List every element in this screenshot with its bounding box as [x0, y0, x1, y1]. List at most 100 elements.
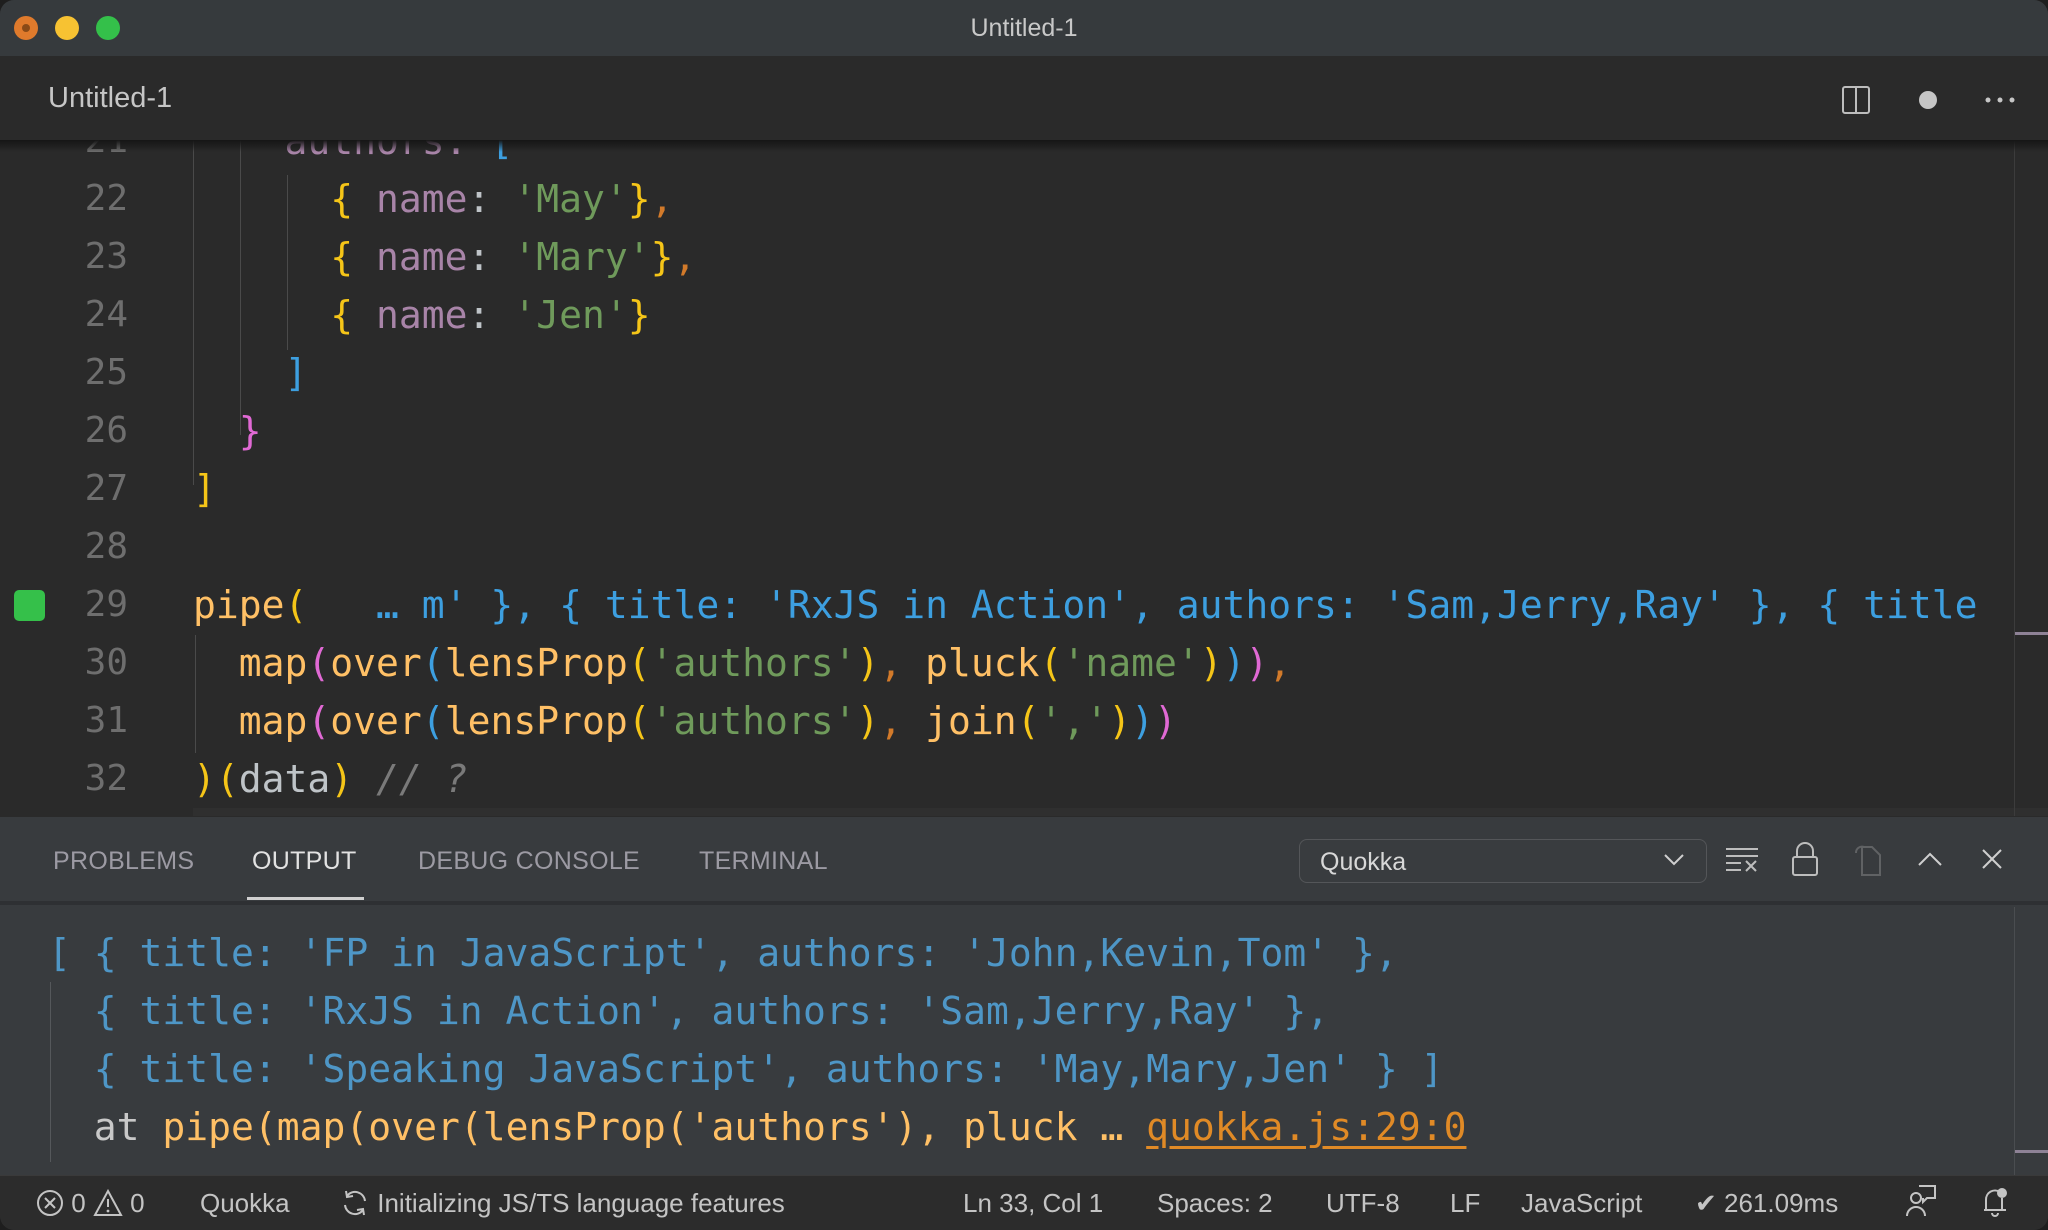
- lock-scroll-icon[interactable]: [1785, 839, 1825, 879]
- clear-output-icon[interactable]: [1722, 839, 1762, 879]
- panel-divider: [0, 901, 2048, 905]
- code-token: (: [1016, 699, 1040, 743]
- output-scroll-marker: [2015, 1150, 2048, 1153]
- editor-tab-bar: Untitled-1: [0, 56, 2048, 140]
- quokka-status[interactable]: Quokka: [200, 1188, 290, 1219]
- more-actions-icon[interactable]: [1980, 80, 2020, 120]
- scrollbar-position-marker: [2015, 632, 2048, 635]
- window-title: Untitled-1: [970, 14, 1078, 42]
- unsaved-dot-icon[interactable]: [1908, 80, 1948, 120]
- code-line[interactable]: 23 { name: 'Mary'},: [0, 228, 2048, 286]
- code-line[interactable]: 22 { name: 'May'},: [0, 170, 2048, 228]
- quokka-coverage-marker: [14, 590, 45, 621]
- code-token: ): [1222, 641, 1246, 685]
- code-token: :: [467, 293, 491, 337]
- line-number: 26: [84, 410, 128, 451]
- code-token: ): [1131, 699, 1154, 743]
- progress-text: Initializing JS/TS language features: [377, 1188, 785, 1218]
- code-line[interactable]: 31 map(over(lensProp('authors'), join(',…: [0, 692, 2048, 750]
- warning-count: 0: [130, 1188, 145, 1218]
- open-log-file-icon[interactable]: [1848, 839, 1888, 879]
- language-mode[interactable]: JavaScript: [1521, 1188, 1642, 1219]
- code-line[interactable]: 26 }: [0, 402, 2048, 460]
- code-line[interactable]: 27]: [0, 460, 2048, 518]
- code-token: ',': [1039, 699, 1109, 743]
- code-token: name: [353, 293, 468, 337]
- code-line[interactable]: 28: [0, 518, 2048, 576]
- indent-guide: [240, 140, 241, 435]
- code-token: pipe: [193, 583, 285, 627]
- code-token: lensProp: [444, 641, 628, 685]
- code-line[interactable]: 24 { name: 'Jen'}: [0, 286, 2048, 344]
- sync-icon: [340, 1188, 370, 1218]
- tab-output[interactable]: OUTPUT: [252, 847, 357, 876]
- problems-status[interactable]: 0 0: [36, 1188, 145, 1219]
- eol-setting[interactable]: LF: [1450, 1188, 1480, 1219]
- code-token: ): [330, 757, 354, 801]
- code-line[interactable]: 29 pipe( … m' }, { title: 'RxJS in Action…: [0, 576, 2048, 634]
- tab-debug-console[interactable]: DEBUG CONSOLE: [418, 847, 640, 876]
- language-service-status[interactable]: Initializing JS/TS language features: [340, 1188, 785, 1219]
- code-line[interactable]: 33: [0, 808, 2048, 816]
- panel-tabs: PROBLEMS OUTPUT DEBUG CONSOLE TERMINAL Q…: [0, 817, 2048, 901]
- indentation-setting[interactable]: Spaces: 2: [1157, 1188, 1273, 1219]
- editor-scrollbar[interactable]: [2014, 140, 2015, 816]
- code-token: map: [193, 641, 308, 685]
- code-token: data: [238, 757, 331, 801]
- split-editor-icon[interactable]: [1836, 80, 1876, 120]
- tab-terminal[interactable]: TERMINAL: [699, 847, 828, 876]
- output-scrollbar[interactable]: [2014, 907, 2015, 1176]
- encoding-setting[interactable]: UTF-8: [1326, 1188, 1400, 1219]
- code-line[interactable]: 30 map(over(lensProp('authors'), pluck('…: [0, 634, 2048, 692]
- output-trace-line: at pipe(map(over(lensProp('authors'), pl…: [48, 1098, 1467, 1156]
- code-token: ]: [193, 467, 216, 511]
- code-token: lensProp: [444, 699, 628, 743]
- error-count: 0: [71, 1188, 86, 1218]
- code-text: { name: 'Jen'}: [193, 286, 651, 344]
- code-token: (: [215, 757, 239, 801]
- code-token: ): [1245, 641, 1269, 685]
- line-number: 28: [84, 526, 128, 567]
- code-token: :: [467, 177, 491, 221]
- indent-guide: [193, 140, 194, 485]
- line-number: 32: [84, 758, 128, 799]
- code-editor[interactable]: 21 authors: [22 { name: 'May'},23 { name…: [0, 140, 2048, 816]
- code-token: }: [627, 293, 651, 337]
- code-text: ]: [193, 460, 216, 518]
- close-panel-icon[interactable]: [1972, 839, 2012, 879]
- editor-scroll-shadow: [0, 140, 2048, 152]
- cursor-position[interactable]: Ln 33, Col 1: [963, 1188, 1103, 1219]
- title-bar: Untitled-1: [0, 0, 2048, 56]
- line-number: 27: [84, 468, 128, 509]
- code-text: ]: [193, 344, 308, 402]
- code-line[interactable]: 25 ]: [0, 344, 2048, 402]
- code-token: over: [330, 699, 422, 743]
- line-number: 30: [84, 642, 128, 683]
- code-token: map: [193, 699, 308, 743]
- code-token: :: [467, 235, 491, 279]
- code-token: ,: [879, 641, 903, 685]
- output-channel-select[interactable]: Quokka: [1299, 839, 1707, 883]
- feedback-icon[interactable]: [1905, 1184, 1937, 1225]
- code-token: ,: [673, 235, 697, 279]
- output-content[interactable]: [ { title: 'FP in JavaScript', authors: …: [0, 907, 2048, 1176]
- code-token: // ?: [353, 757, 468, 801]
- notifications-bell-icon[interactable]: [1980, 1184, 2010, 1225]
- line-number: 24: [84, 294, 128, 335]
- warning-icon: [93, 1188, 123, 1218]
- source-location-link[interactable]: quokka.js:29:0: [1146, 1105, 1466, 1149]
- code-token: 'authors': [650, 699, 857, 743]
- line-number: 33: [60, 808, 128, 816]
- code-token: (: [284, 583, 308, 627]
- tab-problems[interactable]: PROBLEMS: [53, 847, 194, 876]
- quokka-timing[interactable]: ✔ 261.09ms: [1695, 1188, 1838, 1219]
- code-token: 'Jen': [490, 293, 628, 337]
- code-token: (: [421, 641, 445, 685]
- code-text: )(data) // ?: [193, 750, 468, 808]
- error-icon: [36, 1188, 64, 1218]
- code-line[interactable]: 32)(data) // ?: [0, 750, 2048, 808]
- editor-tab-untitled[interactable]: Untitled-1: [48, 82, 172, 115]
- maximize-panel-icon[interactable]: [1910, 839, 1950, 879]
- line-number: 31: [84, 700, 128, 741]
